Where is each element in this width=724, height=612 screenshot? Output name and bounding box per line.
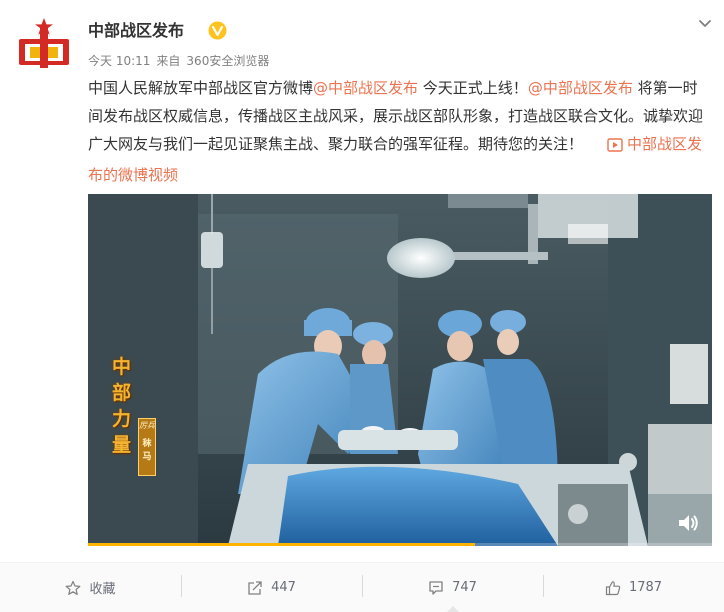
post-text: 中国人民解放军中部战区官方微博@中部战区发布 今天正式上线！@中部战区发布 将第… — [88, 74, 712, 189]
post-meta: 今天 10:11 来自 360安全浏览器 — [88, 52, 275, 70]
source-prefix: 来自 — [156, 54, 181, 68]
volume-icon[interactable] — [676, 512, 700, 534]
mention-link[interactable]: @中部战区发布 — [528, 79, 633, 97]
post-text-part: 今天正式上线！ — [418, 79, 528, 97]
post-text-part: 中国人民解放军中部战区官方微博 — [88, 79, 314, 97]
chevron-down-icon[interactable] — [696, 14, 714, 32]
verified-badge-icon — [208, 21, 227, 40]
comment-button[interactable]: 747 — [362, 563, 543, 612]
action-bar: 收藏 447 747 1787 — [0, 562, 724, 612]
favorite-label: 收藏 — [89, 582, 116, 597]
video-player[interactable]: 中部力量 厉兵 秣马 — [88, 194, 712, 546]
video-overlay-badge: 厉兵 秣马 — [138, 418, 156, 476]
comment-icon — [428, 580, 444, 596]
like-count: 1787 — [628, 580, 663, 595]
thumbs-up-icon — [605, 580, 621, 596]
author-name[interactable]: 中部战区发布 — [88, 20, 184, 42]
repost-button[interactable]: 447 — [181, 563, 362, 612]
badge-label: 厉兵 — [139, 421, 155, 430]
mention-link[interactable]: @中部战区发布 — [313, 79, 418, 97]
surgery-scene-image — [88, 194, 712, 546]
badge-name: 秣马 — [142, 439, 152, 462]
like-button[interactable]: 1787 — [543, 563, 724, 612]
repost-icon — [247, 580, 263, 596]
comment-count: 747 — [452, 580, 477, 595]
video-progress-track[interactable] — [88, 543, 712, 546]
video-play-icon — [607, 133, 623, 161]
weibo-post-card: 中部战区发布 今天 10:11 来自 360安全浏览器 中国人民解放军中部战区官方微… — [0, 0, 724, 612]
post-time[interactable]: 今天 10:11 — [88, 54, 150, 68]
video-overlay-title: 中部力量 — [112, 356, 132, 456]
video-progress-fill — [88, 543, 475, 546]
avatar[interactable] — [12, 14, 76, 78]
post-source[interactable]: 360安全浏览器 — [186, 54, 269, 68]
zhongbu-logo-icon — [12, 14, 76, 78]
repost-count: 447 — [271, 580, 296, 595]
favorite-button[interactable]: 收藏 — [0, 563, 181, 612]
star-icon — [65, 580, 81, 596]
